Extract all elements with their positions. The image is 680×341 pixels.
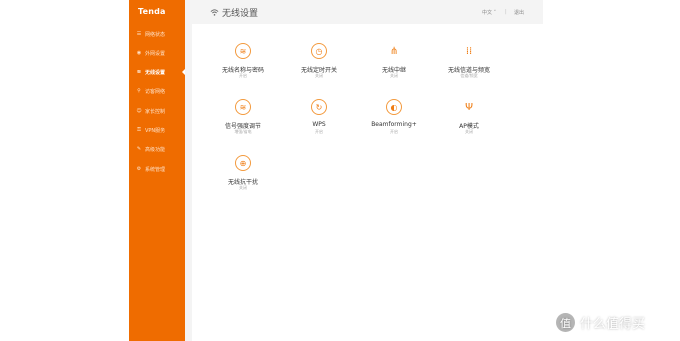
signal-strength-icon: ≋: [235, 99, 251, 115]
watermark-text: 什么值得买: [580, 317, 646, 332]
tile-wireless-repeater[interactable]: ⋔ 无线中继 关闭: [359, 43, 429, 97]
sidebar-item-label: VPN服务: [145, 127, 166, 134]
sidebar-item-label: 外网设置: [145, 50, 166, 57]
repeater-icon: ⋔: [389, 45, 399, 57]
tile-label: Beamforming+: [371, 121, 417, 128]
sidebar-item-vpn[interactable]: ⚿ VPN服务: [129, 123, 185, 137]
vpn-icon: ⚿: [137, 127, 141, 133]
sidebar-item-label: 无线设置: [145, 69, 166, 76]
guest-icon: ⚲: [137, 88, 141, 94]
page-margin-right: [543, 0, 680, 341]
watermark: 值 什么值得买: [556, 313, 645, 332]
sidebar-item-label: 系统管理: [145, 166, 166, 173]
tile-channel-bandwidth[interactable]: ⁞⁞ 无线信道与频宽 信道/频宽: [434, 43, 504, 97]
page-title: 无线设置: [222, 9, 259, 19]
sidebar-item-label: 高级功能: [145, 146, 166, 153]
tile-signal-strength[interactable]: ≋ 信号强度调节 增强/省电: [208, 99, 278, 153]
beamforming-icon: ◐: [386, 99, 402, 115]
sidebar-item-label: 网络状态: [145, 31, 166, 38]
channel-icon: ⁞⁞: [465, 45, 473, 57]
language-select[interactable]: 中文 ˅: [482, 9, 496, 16]
parental-icon: ☺: [136, 108, 142, 114]
tile-status: 关闭: [239, 185, 247, 190]
page-margin-left: [0, 0, 129, 341]
wifi-password-icon: ≋: [235, 43, 251, 59]
wifi-icon: [210, 9, 219, 16]
globe-icon: ◉: [136, 50, 142, 56]
wifi-timer-icon: ◷: [311, 43, 327, 59]
gear-icon: ⚙: [136, 166, 142, 172]
network-status-icon: ☰: [136, 31, 142, 37]
ap-mode-icon: Ψ: [465, 101, 473, 113]
header-divider: |: [505, 9, 507, 15]
tile-status: 关闭: [315, 73, 323, 78]
tile-status: 开启: [315, 129, 323, 134]
brand-logo: Tenda: [138, 7, 166, 16]
tile-wireless-name-password[interactable]: ≋ 无线名称与密码 开启: [208, 43, 278, 97]
tile-status: 增强/省电: [234, 129, 252, 134]
wifi-icon: ≋: [136, 69, 142, 75]
watermark-badge-icon: 值: [556, 313, 575, 332]
tile-beamforming[interactable]: ◐ Beamforming+ 开启: [359, 99, 429, 153]
logout-link[interactable]: 退出: [514, 9, 524, 16]
tile-status: 信道/频宽: [460, 73, 478, 78]
tile-status: 关闭: [465, 129, 473, 134]
sidebar-item-label: 家长控制: [145, 108, 166, 115]
chevron-down-icon: ˅: [493, 10, 497, 16]
tile-anti-interference[interactable]: ⊕ 无线抗干扰 关闭: [208, 155, 278, 209]
tile-wireless-timer[interactable]: ◷ 无线定时开关 关闭: [284, 43, 354, 97]
anti-interference-icon: ⊕: [235, 155, 251, 171]
tile-status: 开启: [239, 73, 247, 78]
tile-wps[interactable]: ↻ WPS 开启: [284, 99, 354, 153]
wps-icon: ↻: [311, 99, 327, 115]
tools-icon: ✎: [136, 146, 142, 152]
sidebar-item-system[interactable]: ⚙ 系统管理: [129, 162, 185, 176]
sidebar-item-parental[interactable]: ☺ 家长控制: [129, 104, 185, 118]
sidebar-item-wireless[interactable]: ≋ 无线设置: [129, 65, 185, 79]
sidebar-item-internet[interactable]: ◉ 外网设置: [129, 46, 185, 60]
tile-label: WPS: [312, 121, 326, 128]
sidebar-item-label: 访客网络: [145, 88, 166, 95]
sidebar-item-advanced[interactable]: ✎ 高级功能: [129, 142, 185, 156]
tile-status: 开启: [390, 129, 398, 134]
sidebar-item-guest[interactable]: ⚲ 访客网络: [129, 84, 185, 98]
language-value: 中文: [482, 10, 493, 16]
tile-ap-mode[interactable]: Ψ AP模式 关闭: [434, 99, 504, 153]
sidebar-item-network-status[interactable]: ☰ 网络状态: [129, 27, 185, 41]
tile-status: 关闭: [390, 73, 398, 78]
